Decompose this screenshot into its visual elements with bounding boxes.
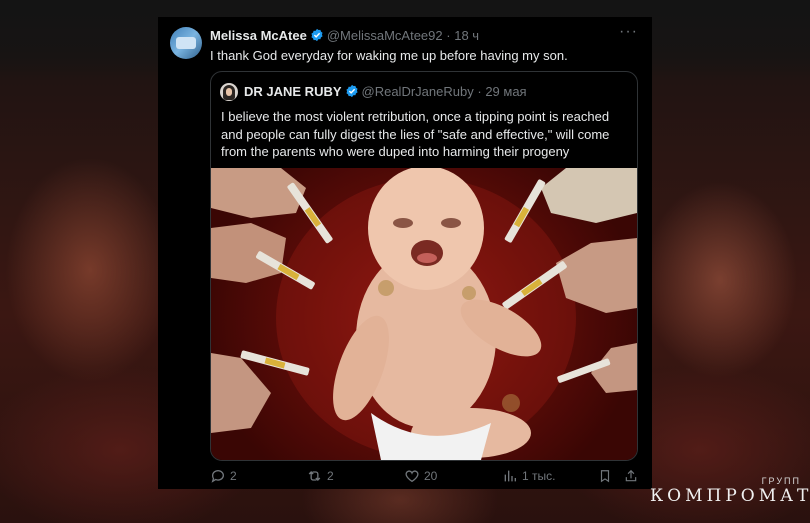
tweet-text: I thank God everyday for waking me up be…	[210, 48, 568, 63]
tweet-card: Melissa McAtee @MelissaMcAtee92 · 18 ч ··…	[158, 17, 652, 489]
retweet-icon	[306, 468, 323, 484]
bookmark-icon	[598, 468, 612, 484]
bookmark-button[interactable]	[598, 467, 612, 485]
tweet-actions: 2 2 20 1 тыс.	[210, 467, 640, 485]
quoted-tweet-text: I believe the most violent retribution, …	[221, 109, 610, 159]
reply-icon	[210, 468, 226, 484]
views-icon	[502, 468, 518, 484]
quoted-header-separator: ·	[477, 84, 482, 99]
tweet-time[interactable]: 18 ч	[454, 28, 479, 43]
like-icon	[404, 468, 420, 484]
quoted-tweet-header: DR JANE RUBY @RealDrJaneRuby · 29 мая	[244, 84, 527, 102]
quoted-tweet-image[interactable]	[211, 168, 637, 460]
author-handle[interactable]: @MelissaMcAtee92	[327, 28, 443, 43]
quoted-tweet[interactable]: DR JANE RUBY @RealDrJaneRuby · 29 мая I b…	[210, 71, 638, 461]
reply-button[interactable]: 2	[210, 467, 237, 485]
like-button[interactable]: 20	[404, 467, 437, 485]
reply-count: 2	[230, 469, 237, 483]
like-count: 20	[424, 469, 438, 483]
share-button[interactable]	[624, 467, 638, 485]
watermark-big-text: КОМПРОМАТ	[650, 486, 810, 506]
retweet-count: 2	[327, 469, 334, 483]
quoted-author-handle[interactable]: @RealDrJaneRuby	[362, 84, 474, 99]
author-avatar[interactable]	[170, 27, 202, 59]
verified-badge-icon	[310, 28, 324, 46]
share-icon	[624, 468, 638, 484]
watermark-logo: ГРУПП КОМПРОМАТ	[650, 476, 808, 516]
header-separator: ·	[446, 28, 451, 43]
verified-badge-icon	[345, 84, 359, 102]
quoted-author-name[interactable]: DR JANE RUBY	[244, 84, 342, 99]
tweet-header: Melissa McAtee @MelissaMcAtee92 · 18 ч	[210, 28, 479, 46]
quoted-author-avatar[interactable]	[220, 83, 238, 101]
watermark-small-text: ГРУПП	[761, 476, 801, 486]
author-name[interactable]: Melissa McAtee	[210, 28, 307, 43]
views-count: 1 тыс.	[522, 469, 556, 483]
retweet-button[interactable]: 2	[306, 467, 334, 485]
views-button[interactable]: 1 тыс.	[502, 467, 555, 485]
more-icon[interactable]: ···	[619, 23, 638, 41]
quoted-tweet-time[interactable]: 29 мая	[485, 84, 526, 99]
